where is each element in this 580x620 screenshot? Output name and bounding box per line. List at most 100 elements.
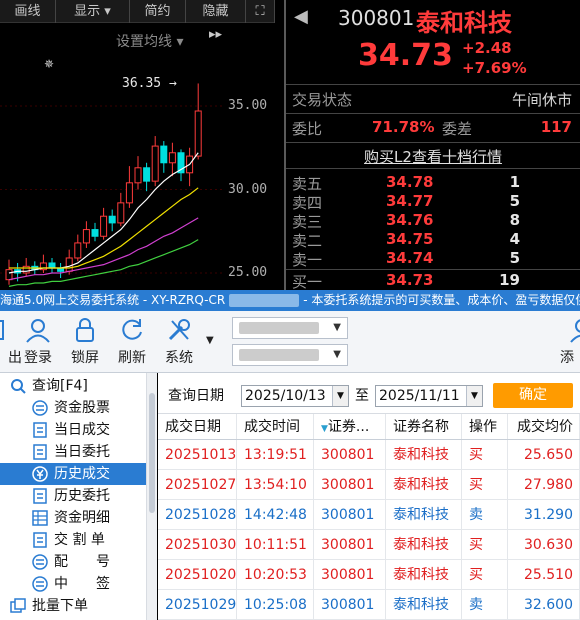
cell-action: 买 xyxy=(462,560,508,589)
sidebar-scrollbar[interactable] xyxy=(146,373,157,620)
col-header-avg-price[interactable]: 成交均价 xyxy=(508,414,580,439)
chevron-down-icon: ▼ xyxy=(333,322,341,333)
fullscreen-icon[interactable]: ⛶ xyxy=(246,0,275,23)
col-header-code-label: 证券... xyxy=(327,419,370,435)
sidebar-item-history-deals[interactable]: 历史成交 xyxy=(0,463,157,485)
chevron-down-icon[interactable]: ▼ xyxy=(332,386,348,406)
cell-name: 泰和科技 xyxy=(386,440,462,469)
sidebar-item-label: 当日成交 xyxy=(54,422,110,438)
system-button[interactable]: 系统 xyxy=(157,315,201,367)
sidebar-item-winning[interactable]: 中 签 xyxy=(0,573,157,595)
redacted-account xyxy=(239,322,319,334)
table-row[interactable]: 20251029 10:25:08 300801 泰和科技卖 32.600 xyxy=(158,590,580,620)
to-label: 至 xyxy=(355,388,369,404)
list-icon xyxy=(32,576,48,592)
col-header-time[interactable]: 成交时间 xyxy=(237,414,314,439)
chevron-down-icon: ▼ xyxy=(333,349,341,360)
price-tick: 25.00 xyxy=(228,265,268,280)
confirm-button[interactable]: 确定 xyxy=(493,383,573,408)
price-change: +2.48 xyxy=(462,39,512,57)
cell-date: 20251013 xyxy=(158,440,237,469)
weicha-value: 117 xyxy=(540,118,572,136)
cell-avg-price: 32.600 xyxy=(508,590,580,619)
sidebar-item-label: 资金明细 xyxy=(54,510,110,526)
order-book-row[interactable]: 卖三 34.76 8 xyxy=(286,211,580,231)
hide-button[interactable]: 隐藏 ▸▸ xyxy=(186,0,246,42)
lock-screen-button[interactable]: 锁屏 xyxy=(63,315,107,367)
prev-stock-icon[interactable]: ◀ xyxy=(294,6,308,27)
doc-icon xyxy=(33,532,47,548)
table-row[interactable]: 20251027 13:54:10 300801 泰和科技买 27.980 xyxy=(158,470,580,500)
login-button[interactable]: 登录 xyxy=(16,315,60,367)
start-date-picker[interactable]: 2025/10/13 ▼ xyxy=(241,385,349,407)
simple-mode-button[interactable]: 简约 xyxy=(130,0,186,23)
table-row[interactable]: 20251013 13:19:51 300801 泰和科技买 25.650 xyxy=(158,440,580,470)
trade-status-label: 交易状态 xyxy=(292,91,353,109)
sidebar-item-fund-details[interactable]: 资金明细 xyxy=(0,507,157,529)
add-button[interactable]: 添 xyxy=(560,315,580,367)
ob-volume: 19 xyxy=(499,271,520,289)
list-icon xyxy=(32,400,48,416)
ob-volume: 4 xyxy=(509,230,520,248)
ob-volume: 5 xyxy=(509,249,520,267)
order-book-row[interactable]: 卖一 34.74 5 xyxy=(286,249,580,269)
cell-date: 20251029 xyxy=(158,590,237,619)
ob-volume: 5 xyxy=(509,192,520,210)
trade-toolbar: 出 登录 锁屏 刷新 系统 ▼ ▼ ▼ 添 xyxy=(0,311,580,373)
col-header-code[interactable]: ▼证券... xyxy=(314,414,386,439)
account-select[interactable]: ▼ xyxy=(232,317,348,339)
sidebar-item-today-orders[interactable]: 当日委托 xyxy=(0,441,157,463)
ob-label: 卖二 xyxy=(292,232,323,250)
title-notice: - 本委托系统提示的可买数量、成本价、盈亏数据仅供 xyxy=(303,293,580,307)
account-select-2[interactable]: ▼ xyxy=(232,344,348,366)
quote-panel: ◀ 300801 泰和科技 34.73 +2.48 +7.69% 交易状态 午间… xyxy=(286,0,580,291)
cell-name: 泰和科技 xyxy=(386,470,462,499)
order-book-row[interactable]: 卖四 34.77 5 xyxy=(286,192,580,212)
cell-name: 泰和科技 xyxy=(386,530,462,559)
col-header-date[interactable]: 成交日期 xyxy=(158,414,237,439)
scrollbar-thumb[interactable] xyxy=(149,393,155,513)
sidebar-item-allotment[interactable]: 配 号 xyxy=(0,551,157,573)
sidebar-item-batch-order[interactable]: 批量下单 xyxy=(0,595,157,617)
refresh-icon xyxy=(110,315,154,345)
login-label: 登录 xyxy=(24,350,52,366)
order-book-row[interactable]: 卖五 34.78 1 xyxy=(286,173,580,193)
cell-action: 卖 xyxy=(462,590,508,619)
table-row[interactable]: 20251020 10:20:53 300801 泰和科技买 25.510 xyxy=(158,560,580,590)
order-book-row[interactable]: 卖二 34.75 4 xyxy=(286,230,580,250)
chevron-down-icon[interactable]: ▼ xyxy=(466,386,482,406)
table-header: 成交日期 成交时间 ▼证券... 证券名称 操作 成交均价 xyxy=(158,413,580,440)
table-row[interactable]: 20251030 10:11:51 300801 泰和科技买 30.630 xyxy=(158,530,580,560)
cell-code: 300801 xyxy=(314,440,386,469)
system-dropdown-arrow-icon[interactable]: ▼ xyxy=(206,335,214,346)
display-menu-button[interactable]: 显示 ▾ xyxy=(56,0,130,23)
end-date-picker[interactable]: 2025/11/11 ▼ xyxy=(375,385,483,407)
search-icon xyxy=(11,379,26,394)
cell-code: 300801 xyxy=(314,470,386,499)
ob-price: 34.73 xyxy=(386,271,434,289)
high-price-label: 36.35 → xyxy=(122,76,177,91)
sidebar-item-settlement[interactable]: 交 割 单 xyxy=(0,529,157,551)
price-tick: 30.00 xyxy=(228,182,268,197)
col-header-action[interactable]: 操作 xyxy=(462,414,508,439)
draw-line-button[interactable]: 画线 xyxy=(0,0,56,23)
cell-avg-price: 30.630 xyxy=(508,530,580,559)
event-marker-icon[interactable]: ✵ xyxy=(44,57,54,71)
batch-icon xyxy=(10,598,26,613)
sidebar-item-label: 历史成交 xyxy=(54,466,110,482)
yen-icon xyxy=(32,466,48,482)
order-book-row[interactable]: 买一 34.73 19 xyxy=(286,271,580,291)
cell-code: 300801 xyxy=(314,590,386,619)
sidebar-item-history-orders[interactable]: 历史委托 xyxy=(0,485,157,507)
redacted-account xyxy=(229,294,300,307)
col-header-name[interactable]: 证券名称 xyxy=(386,414,462,439)
sidebar-item-label: 查询[F4] xyxy=(32,378,88,394)
ob-price: 34.75 xyxy=(386,230,434,248)
sidebar-item-today-deals[interactable]: 当日成交 xyxy=(0,419,157,441)
sidebar-item-funds-stocks[interactable]: 资金股票 xyxy=(0,397,157,419)
refresh-button[interactable]: 刷新 xyxy=(110,315,154,367)
lock-icon xyxy=(63,315,107,345)
buy-l2-link[interactable]: 购买L2查看十档行情 xyxy=(286,146,580,167)
table-row[interactable]: 20251028 14:42:48 300801 泰和科技卖 31.290 xyxy=(158,500,580,530)
sidebar-item-query[interactable]: 查询[F4] xyxy=(0,375,157,397)
